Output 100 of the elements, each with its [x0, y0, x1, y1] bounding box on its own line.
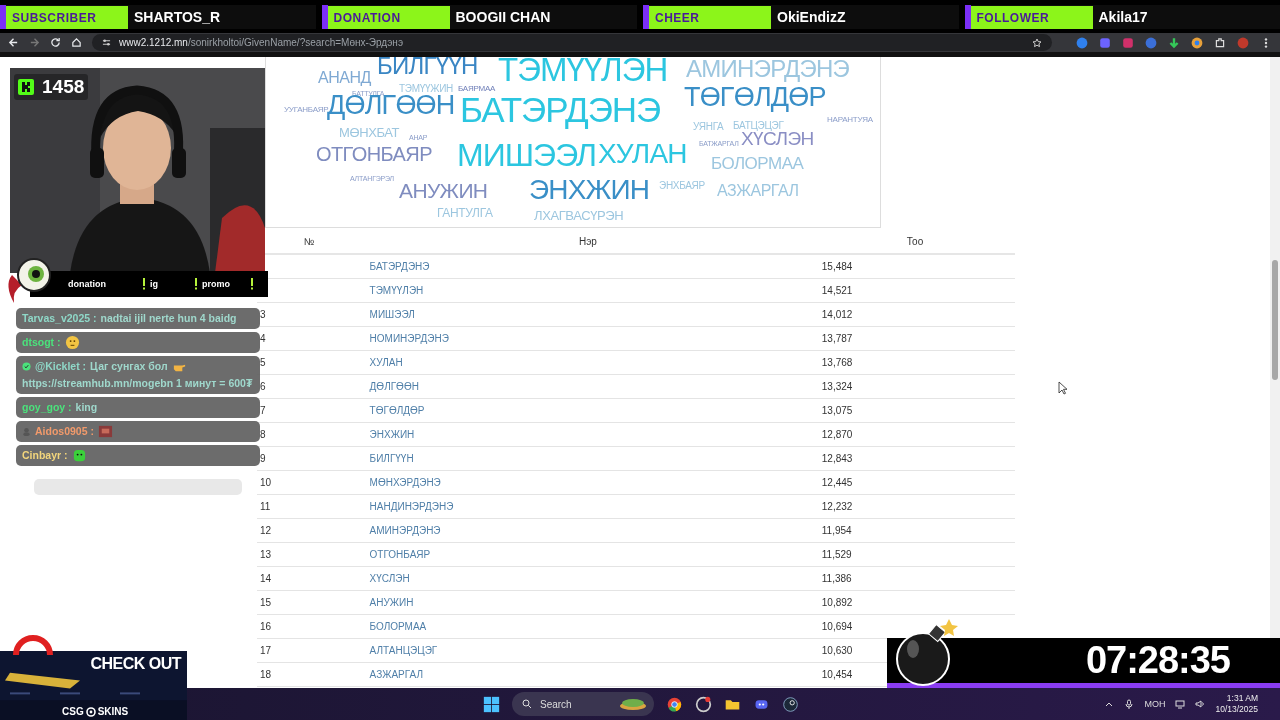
message-text: https://streamhub.mn/mogebn 1 минут = 600₮ [22, 376, 253, 391]
name-link[interactable]: АЛТАНЦЭЦЭГ [369, 645, 438, 656]
brand-name: SKINS [97, 706, 129, 717]
row-number: 12 [260, 525, 272, 536]
command-label: ig [150, 279, 158, 289]
row-number: 8 [260, 429, 266, 440]
row-number: 17 [260, 645, 272, 656]
cloud-word: ТӨГӨЛДӨР [684, 87, 827, 111]
network-icon[interactable] [1175, 699, 1186, 709]
slime-emote-icon [71, 448, 87, 463]
cloud-word: БАТЦЭЦЭГ [733, 121, 785, 131]
row-number: 15 [260, 597, 272, 608]
row-number: 6 [260, 381, 266, 392]
scrollbar-thumb[interactable] [1272, 260, 1278, 380]
name-link[interactable]: МӨНХЭРДЭНЭ [369, 477, 441, 488]
extension-icon[interactable] [1099, 36, 1111, 49]
chrome-icon[interactable] [666, 695, 683, 713]
thinking-face-icon [64, 335, 80, 350]
app-icon[interactable] [695, 695, 712, 713]
back-icon[interactable] [8, 37, 19, 48]
name-link[interactable]: ХҮСЛЭН [369, 573, 410, 584]
count-cell: 14,012 [821, 309, 853, 320]
download-icon[interactable] [1168, 36, 1180, 49]
name-link[interactable]: ТӨГӨЛДӨР [369, 405, 425, 416]
taskbar-search-field[interactable]: Search [512, 692, 654, 716]
column-header: Нэр [578, 235, 598, 247]
row-number: 11 [260, 501, 271, 512]
name-link[interactable]: АМИНЭРДЭНЭ [369, 525, 441, 536]
row-number: 5 [260, 357, 266, 368]
chat-username: Aidos0905 : [35, 424, 94, 439]
extension-icon[interactable] [1191, 36, 1203, 49]
cloud-word: БАТЭРДЭНЭ [460, 95, 662, 127]
chat-username: @Kicklet : [35, 359, 87, 374]
alert-name: SHARTOS_R [133, 9, 221, 25]
name-link[interactable]: БОЛОРМАА [369, 621, 427, 632]
count-cell: 10,694 [821, 621, 853, 632]
count-cell: 10,454 [821, 669, 853, 680]
cloud-word: БОЛОРМАА [711, 157, 805, 173]
name-link[interactable]: ЭНХЖИН [369, 429, 415, 440]
row-number: 10 [260, 477, 272, 488]
cloud-word: ХҮСЛЭН [741, 132, 815, 149]
name-link[interactable]: НАНДИНЭРДЭНЭ [369, 501, 454, 512]
viewer-count-badge: 1458 [14, 74, 89, 100]
search-icon [522, 699, 532, 709]
column-header: Тоо [905, 235, 925, 247]
bookmark-star-icon[interactable] [1032, 37, 1042, 48]
reload-icon[interactable] [50, 37, 61, 48]
command-label: promo [202, 279, 230, 289]
row-number: 14 [260, 573, 272, 584]
brand-name: CSG [62, 706, 84, 717]
food-illustration-icon [618, 697, 648, 711]
input-language[interactable]: МОН [1144, 699, 1166, 709]
column-header: № [302, 235, 316, 247]
extension-icon[interactable] [1122, 36, 1134, 49]
brand-logo-icon [85, 706, 96, 717]
forward-icon[interactable] [29, 37, 40, 48]
message-text: nadtai ijil nerte hun 4 baidg [100, 311, 237, 326]
cloud-word: АЗЖАРГАЛ [717, 184, 800, 199]
cloud-word: НАРАНТУЯА [827, 116, 874, 124]
exclamation-icon [194, 278, 198, 290]
row-number: 13 [260, 549, 272, 560]
row-number: 9 [260, 453, 266, 464]
name-link[interactable]: АНУЖИН [369, 597, 414, 608]
count-cell: 10,892 [821, 597, 853, 608]
count-cell: 12,445 [821, 477, 853, 488]
name-link[interactable]: МИШЭЭЛ [369, 309, 415, 320]
message-text: king [75, 400, 98, 415]
name-link[interactable]: ХУЛАН [369, 357, 403, 368]
name-link[interactable]: ОТГОНБАЯР [369, 549, 431, 560]
cloud-word: ЭНХЖИН [529, 179, 651, 204]
cloud-word: АНУЖИН [399, 183, 489, 202]
name-link[interactable]: БАТЭРДЭНЭ [369, 261, 430, 272]
alert-name: OkiEndizZ [776, 9, 846, 25]
alert-label: FOLLOWER [970, 5, 1093, 29]
alert-label: DONATION [327, 5, 450, 29]
cloud-word: ГАНТУЛГА [437, 208, 494, 219]
extension-icon[interactable] [1145, 36, 1157, 49]
message-text: Цаг сунгах бол [90, 359, 168, 374]
steam-icon[interactable] [782, 695, 799, 713]
alert-name: BOOGII CHAN [454, 9, 551, 25]
cloud-word: БАЯРМАА [458, 85, 496, 93]
site-info-icon[interactable] [102, 38, 111, 47]
name-link[interactable]: НОМИНЭРДЭНЭ [369, 333, 449, 344]
count-cell: 10,630 [821, 645, 853, 656]
name-link[interactable]: БИЛГҮҮН [369, 453, 414, 464]
extension-icon[interactable] [1076, 36, 1088, 49]
cloud-word: ТЭМҮҮЛЭН [498, 57, 669, 86]
home-icon[interactable] [71, 37, 82, 48]
microphone-icon[interactable] [1124, 699, 1135, 709]
name-link[interactable]: АЗЖАРГАЛ [369, 669, 423, 680]
cloud-word: ДӨЛГӨӨН [327, 95, 456, 119]
volume-icon[interactable] [1195, 699, 1206, 709]
cloud-word: ТЭМҮҮЖИН [399, 84, 454, 94]
windows-start-icon[interactable] [483, 695, 500, 713]
address-bar[interactable]: www2.1212.mn/sonirkholtoi/GivenName/?search=Мөнх-Эрдэнэ [92, 34, 1052, 51]
chat-username: goy_goy : [22, 400, 72, 415]
name-link[interactable]: ТЭМҮҮЛЭН [369, 285, 424, 296]
cloud-word: МӨНХБАТ [339, 127, 400, 139]
row-number: 18 [260, 669, 272, 680]
name-link[interactable]: ДӨЛГӨӨН [369, 381, 419, 392]
